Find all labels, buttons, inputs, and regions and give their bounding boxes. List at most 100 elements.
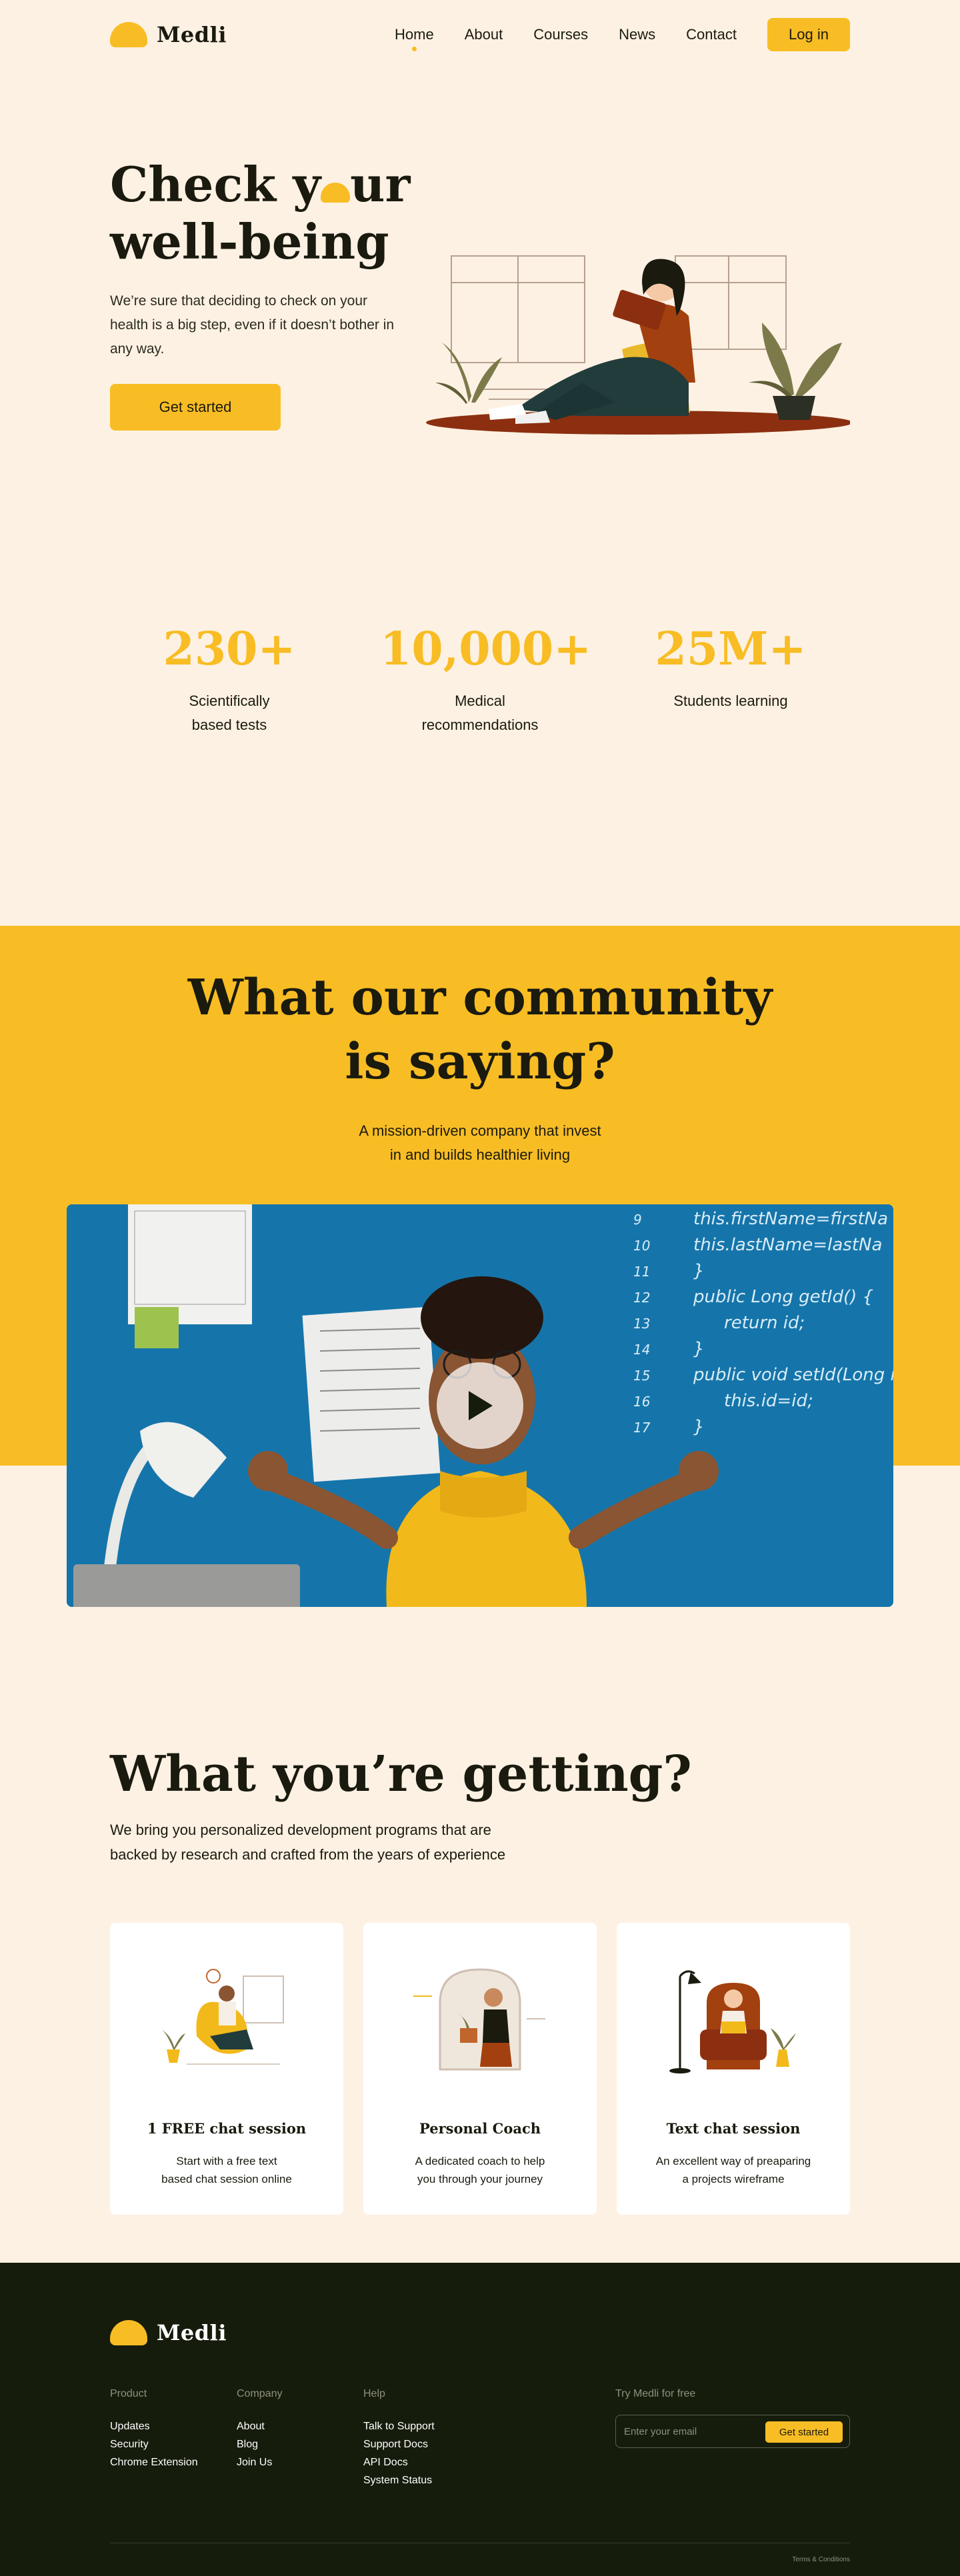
email-signup-form: Get started [615, 2415, 850, 2448]
stat-label-line1: Scientifically [189, 692, 270, 709]
terms-link[interactable]: Terms & Conditions [792, 2556, 850, 2563]
medli-logo-icon [110, 2320, 147, 2345]
benefit-card-free-chat[interactable]: 1 FREE chat session Start with a free te… [110, 1923, 343, 2215]
footer-link-about[interactable]: About [237, 2417, 282, 2435]
community-subtitle: A mission-driven company that invest in … [0, 1119, 960, 1167]
footer-column-product: Product Updates Security Chrome Extensio… [110, 2388, 198, 2471]
footer-get-started-button[interactable]: Get started [765, 2421, 843, 2443]
stat-label: Scientifically based tests [129, 689, 329, 737]
code-line-number: 16 [633, 1394, 650, 1410]
footer-column-heading: Help [363, 2388, 385, 2399]
nav-item-about[interactable]: About [465, 26, 503, 43]
card-title: 1 FREE chat session [147, 2120, 307, 2137]
site-footer: Medli Product Updates Security Chrome Ex… [0, 2263, 960, 2576]
footer-link-security[interactable]: Security [110, 2435, 198, 2453]
footer-link-system-status[interactable]: System Status [363, 2471, 435, 2489]
testimonial-video[interactable]: 9 this.firstName=firstNa 10 this.lastName=l… [67, 1204, 893, 1607]
brand-name: Medli [157, 2320, 227, 2345]
code-line: public void setId(Long i [693, 1365, 893, 1385]
code-line: } [693, 1261, 705, 1281]
nav-item-news[interactable]: News [619, 26, 655, 43]
footer-link-join-us[interactable]: Join Us [237, 2453, 282, 2471]
code-line: this.firstName=firstNa [693, 1209, 888, 1229]
community-subtitle-line2: in and builds healthier living [389, 1146, 571, 1163]
code-line: this.id=id; [724, 1391, 813, 1411]
play-icon [469, 1391, 493, 1420]
footer-link-talk-to-support[interactable]: Talk to Support [363, 2417, 435, 2435]
email-input[interactable] [624, 2422, 757, 2441]
code-line-number: 14 [633, 1342, 650, 1358]
nav-item-contact[interactable]: Contact [686, 26, 737, 43]
footer-link-chrome-extension[interactable]: Chrome Extension [110, 2453, 198, 2471]
stat-label-line1: Students learning [673, 692, 788, 709]
stat-number: 25M+ [655, 623, 807, 676]
footer-link-support-docs[interactable]: Support Docs [363, 2435, 435, 2453]
footer-logo[interactable]: Medli [110, 2320, 227, 2345]
stat-label: Medical recommendations [380, 689, 580, 737]
footer-link-api-docs[interactable]: API Docs [363, 2453, 435, 2471]
hero-title: Check y ur well-being [110, 156, 417, 271]
nav-item-home[interactable]: Home [395, 26, 434, 51]
footer-column-heading: Product [110, 2388, 147, 2399]
medli-logo-icon [110, 22, 147, 47]
community-title-line2: is saying? [345, 1033, 615, 1090]
play-button[interactable] [437, 1362, 523, 1449]
code-line-number: 13 [633, 1316, 650, 1332]
code-line: public Long getId() { [693, 1287, 873, 1307]
code-line: } [693, 1417, 705, 1437]
stat-label: Students learning [631, 689, 831, 713]
stat-label-line2: recommendations [421, 716, 539, 733]
footer-try-heading: Try Medli for free [615, 2388, 696, 2399]
get-started-button[interactable]: Get started [110, 384, 281, 431]
site-header: Medli Home About Courses News Contact Lo… [110, 0, 850, 69]
card-title: Text chat session [666, 2120, 801, 2137]
code-line-number: 11 [633, 1264, 650, 1280]
community-title: What our community is saying? [0, 966, 960, 1094]
community-subtitle-line1: A mission-driven company that invest [359, 1122, 601, 1139]
chat-session-illustration [161, 1969, 284, 2065]
hero-title-line2: well-being [110, 213, 389, 270]
hero-description: We’re sure that deciding to check on you… [110, 293, 395, 357]
benefits-text-line2: backed by research and crafted from the … [110, 1846, 506, 1863]
benefit-card-text-chat[interactable]: Text chat session An excellent way of pr… [617, 1923, 850, 2215]
stat-students: 25M+ Students learning [631, 623, 831, 713]
stat-recommendations: 10,000+ Medical recommendations [380, 623, 591, 737]
code-line-number: 12 [633, 1290, 650, 1306]
footer-column-company: Company About Blog Join Us [237, 2388, 282, 2471]
code-line-number: 15 [633, 1368, 650, 1384]
stats-section: 230+ Scientifically based tests 10,000+ M… [110, 456, 850, 926]
card-text-line2: based chat session online [161, 2173, 292, 2185]
brand-name: Medli [157, 22, 227, 47]
footer-link-blog[interactable]: Blog [237, 2435, 282, 2453]
stat-number: 230+ [163, 623, 296, 676]
stat-tests: 230+ Scientifically based tests [129, 623, 329, 737]
code-line-number: 10 [633, 1238, 650, 1254]
footer-link-updates[interactable]: Updates [110, 2417, 198, 2435]
card-text: Start with a free text based chat session… [143, 2152, 310, 2188]
hero-title-part1: Check y [110, 156, 321, 213]
card-text-line2: a projects wireframe [682, 2173, 785, 2185]
nav-item-courses[interactable]: Courses [533, 26, 588, 43]
code-line: this.lastName=lastNa [693, 1235, 882, 1255]
code-line: } [693, 1339, 705, 1359]
benefits-text: We bring you personalized development pr… [110, 1818, 537, 1867]
card-text-line1: An excellent way of preaparing [655, 2155, 811, 2167]
hero-illustration [426, 255, 850, 435]
footer-try-column: Try Medli for free [615, 2388, 695, 2417]
benefits-text-line1: We bring you personalized development pr… [110, 1822, 491, 1838]
stat-label-line1: Medical [455, 692, 505, 709]
logo-o-icon [321, 183, 351, 203]
main-nav: Home About Courses News Contact Log in [395, 18, 850, 51]
hero-section: Check y ur well-being We’re sure that dec… [110, 69, 850, 456]
code-line: return id; [724, 1313, 805, 1333]
header-logo[interactable]: Medli [110, 22, 227, 47]
login-button[interactable]: Log in [767, 18, 850, 51]
community-section: What our community is saying? A mission-… [0, 926, 960, 1638]
code-line-number: 9 [633, 1212, 642, 1228]
hero-title-part2: ur [350, 156, 411, 213]
card-text-line1: A dedicated coach to help [415, 2155, 545, 2167]
benefit-card-personal-coach[interactable]: Personal Coach A dedicated coach to help… [363, 1923, 597, 2215]
card-text: An excellent way of preaparing a projects… [650, 2152, 817, 2188]
footer-column-help: Help Talk to Support Support Docs API Do… [363, 2388, 435, 2489]
footer-column-heading: Company [237, 2388, 283, 2399]
